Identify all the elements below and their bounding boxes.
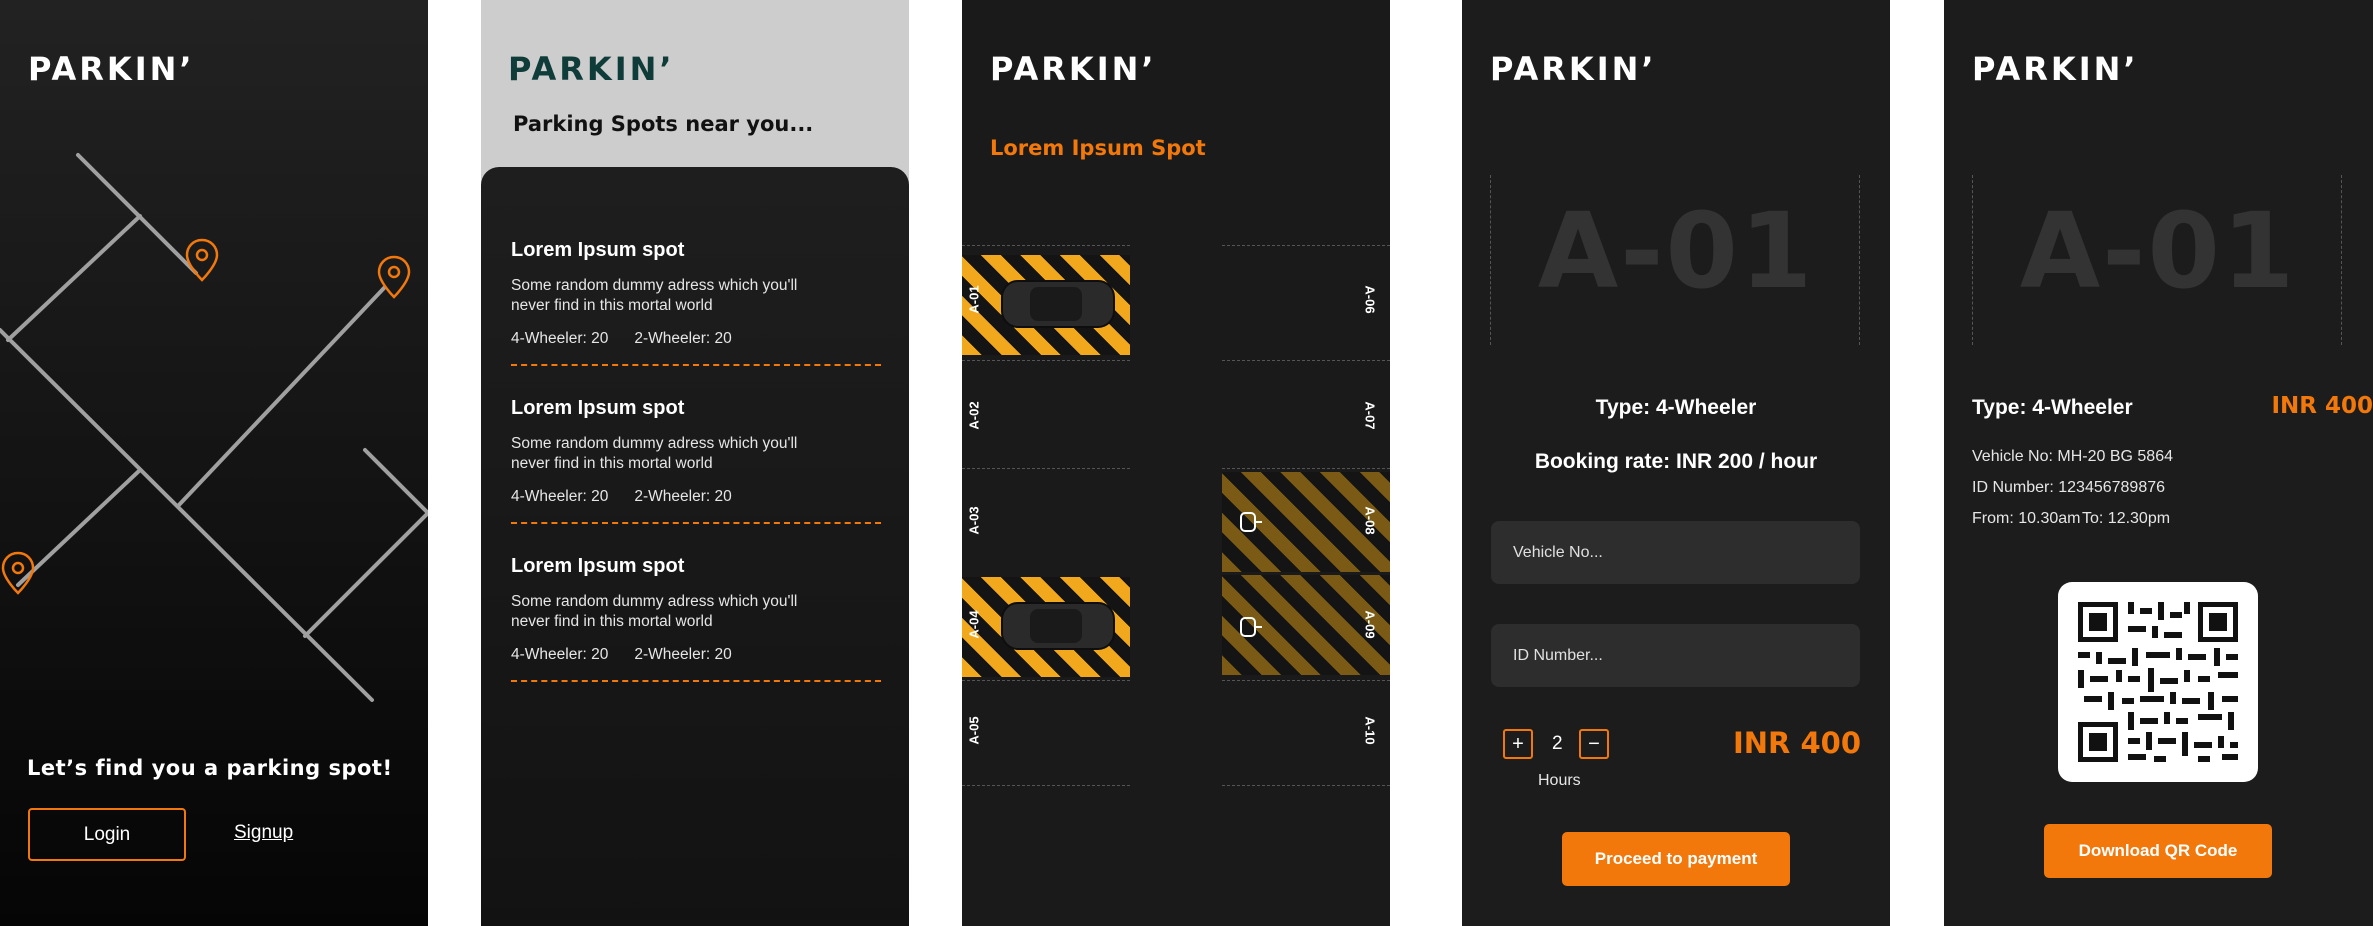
login-button[interactable]: Login xyxy=(28,808,186,861)
spot-address: Some random dummy adress which you'll ne… xyxy=(511,593,798,630)
total-amount: INR 400 xyxy=(1732,726,1861,760)
two-wheeler-count: 2-Wheeler: 20 xyxy=(634,646,732,663)
spot-card[interactable]: Lorem Ipsum spot Some random dummy adres… xyxy=(511,397,881,524)
total-amount: INR 400 xyxy=(2271,393,2373,419)
spot-title: Lorem Ipsum spot xyxy=(511,239,685,261)
bike-icon xyxy=(1240,617,1262,637)
slot-label[interactable]: A-07 xyxy=(1363,401,1378,429)
slot-label[interactable]: A-03 xyxy=(967,506,982,534)
spots-list-screen: PARKIN’ Parking Spots near you... Lorem … xyxy=(481,0,909,926)
hours-label: Hours xyxy=(1538,772,1581,789)
bike-icon xyxy=(1240,512,1262,532)
four-wheeler-count: 4-Wheeler: 20 xyxy=(511,488,609,505)
from-time: From: 10.30am xyxy=(1972,510,2081,527)
spot-title: Lorem Ipsum spot xyxy=(511,397,685,419)
car-icon xyxy=(1001,280,1115,328)
decrement-hours-button[interactable]: − xyxy=(1579,729,1609,759)
slot-label[interactable]: A-01 xyxy=(967,285,982,313)
welcome-tagline: Let’s find you a parking spot! xyxy=(27,756,393,780)
qr-code-card xyxy=(2058,582,2258,782)
slot-label[interactable]: A-08 xyxy=(1363,506,1378,534)
brand-logo: PARKIN’ xyxy=(1972,50,2139,88)
signup-link[interactable]: Signup xyxy=(234,822,293,844)
slot-code: A-01 xyxy=(1537,190,1815,312)
id-number: ID Number: 123456789876 xyxy=(1972,479,2166,496)
spot-address: Some random dummy adress which you'll ne… xyxy=(511,435,798,472)
spot-card[interactable]: Lorem Ipsum spot Some random dummy adres… xyxy=(511,555,881,682)
spot-card[interactable]: Lorem Ipsum spot Some random dummy adres… xyxy=(511,239,881,366)
increment-hours-button[interactable]: + xyxy=(1503,729,1533,759)
slot-code: A-01 xyxy=(2019,190,2297,312)
four-wheeler-count: 4-Wheeler: 20 xyxy=(511,646,609,663)
four-wheeler-count: 4-Wheeler: 20 xyxy=(511,330,609,347)
vehicle-number-field[interactable]: Vehicle No... xyxy=(1491,521,1860,584)
two-wheeler-count: 2-Wheeler: 20 xyxy=(634,330,732,347)
proceed-to-payment-button[interactable]: Proceed to payment xyxy=(1562,832,1790,886)
booking-rate: Booking rate: INR 200 / hour xyxy=(1534,450,1818,473)
spot-name-title: Lorem Ipsum Spot xyxy=(990,136,1206,160)
vehicle-type: Type: 4-Wheeler xyxy=(1595,396,1757,419)
brand-logo: PARKIN’ xyxy=(1490,50,1657,88)
slot-label[interactable]: A-05 xyxy=(967,716,982,744)
brand-logo: PARKIN’ xyxy=(508,50,675,88)
slot-label[interactable]: A-02 xyxy=(967,401,982,429)
slot-label[interactable]: A-09 xyxy=(1363,610,1378,638)
booking-screen: PARKIN’ A-01 Type: 4-Wheeler Booking rat… xyxy=(1462,0,1890,926)
qr-code-image xyxy=(2078,602,2238,762)
to-time: To: 12.30pm xyxy=(2082,510,2171,527)
welcome-screen: PARKIN’ Let’s find you a parking spot! L… xyxy=(0,0,428,926)
slot-map-screen: PARKIN’ Lorem Ipsum Spot A-01 A-02 A-03 … xyxy=(962,0,1390,926)
ticket-screen: PARKIN’ A-01 Type: 4-Wheeler INR 400 Veh… xyxy=(1944,0,2373,926)
spot-title: Lorem Ipsum spot xyxy=(511,555,685,577)
vehicle-number: Vehicle No: MH-20 BG 5864 xyxy=(1972,448,2173,465)
brand-logo: PARKIN’ xyxy=(990,50,1157,88)
slot-label[interactable]: A-06 xyxy=(1363,285,1378,313)
slot-label[interactable]: A-04 xyxy=(967,610,982,638)
car-icon xyxy=(1001,602,1115,650)
hours-value: 2 xyxy=(1552,733,1563,754)
spots-subtitle: Parking Spots near you... xyxy=(513,112,814,136)
vehicle-type: Type: 4-Wheeler xyxy=(1972,396,2133,419)
spots-panel: Lorem Ipsum spot Some random dummy adres… xyxy=(481,167,909,926)
download-qr-button[interactable]: Download QR Code xyxy=(2044,824,2272,878)
map-illustration xyxy=(0,153,428,702)
slot-label[interactable]: A-10 xyxy=(1363,716,1378,744)
id-number-field[interactable]: ID Number... xyxy=(1491,624,1860,687)
two-wheeler-count: 2-Wheeler: 20 xyxy=(634,488,732,505)
spot-address: Some random dummy adress which you'll ne… xyxy=(511,277,798,314)
